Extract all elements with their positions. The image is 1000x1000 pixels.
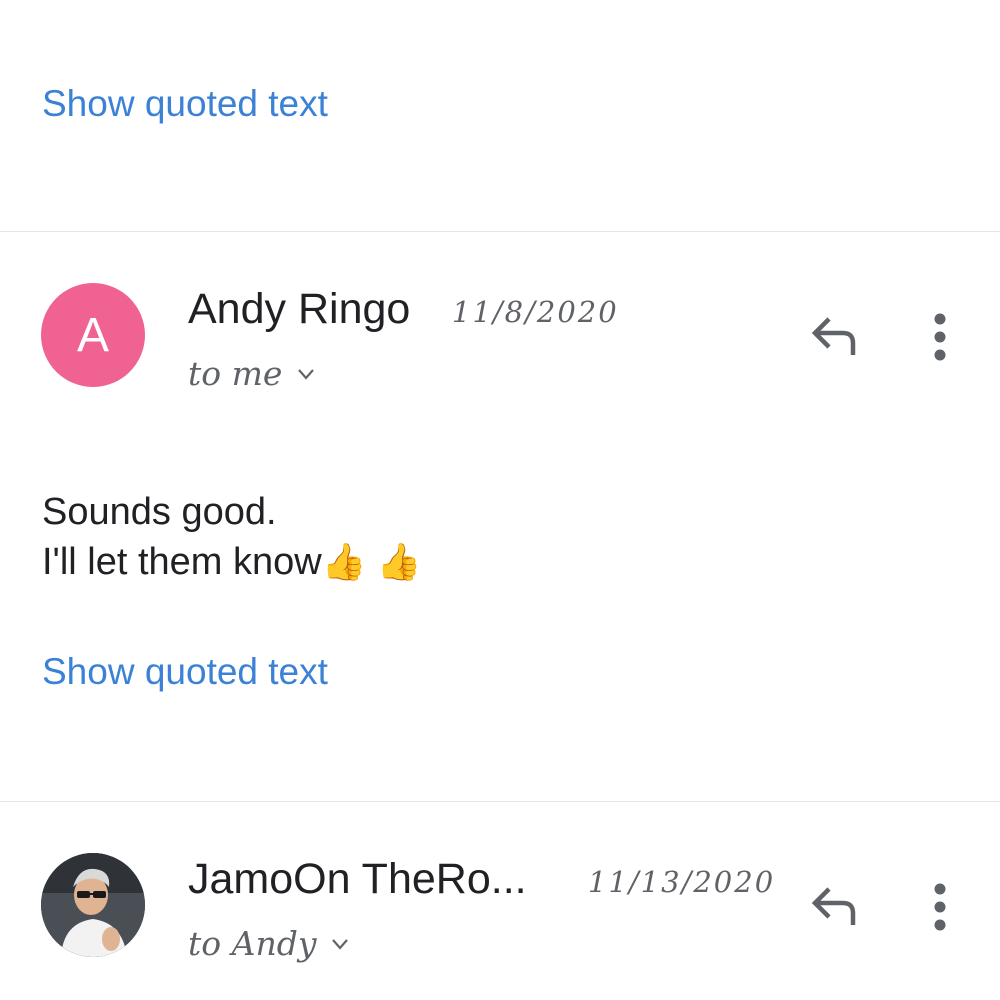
more-vert-icon [934, 883, 946, 931]
sender-avatar[interactable] [41, 853, 145, 957]
more-options-button[interactable] [910, 872, 970, 942]
sender-name: Andy Ringo [188, 285, 411, 333]
message-divider [0, 231, 1000, 232]
message-body-line: I'll let them know👍 👍 [42, 541, 422, 583]
reply-button[interactable] [800, 305, 870, 365]
reply-icon [811, 887, 856, 925]
previous-message-signature: Jameson [42, 0, 196, 8]
recipient-label: to Andy [188, 924, 317, 963]
more-vert-icon [934, 313, 946, 361]
recipient-label: to me [188, 354, 283, 393]
recipient-details-toggle[interactable]: to me [188, 354, 316, 394]
chevron-down-icon [332, 939, 349, 950]
show-quoted-text-link[interactable]: Show quoted text [42, 650, 328, 694]
profile-photo-icon [41, 853, 145, 957]
show-quoted-text-link[interactable]: Show quoted text [42, 82, 328, 126]
thumbs-up-emoji: 👍 👍 [321, 541, 422, 582]
message-body-line: Sounds good. [42, 491, 277, 533]
message-date: 11/13/2020 [588, 865, 776, 899]
sender-avatar[interactable]: A [41, 283, 145, 387]
reply-button[interactable] [800, 875, 870, 935]
recipient-details-toggle[interactable]: to Andy [188, 924, 350, 964]
message-date: 11/8/2020 [452, 295, 619, 329]
message-divider [0, 801, 1000, 802]
chevron-down-icon [298, 369, 315, 380]
more-options-button[interactable] [910, 302, 970, 372]
message-body: Sounds good. I'll let them know👍 👍 [42, 488, 421, 587]
sender-name: JamoOn TheRo... [188, 855, 527, 903]
reply-icon [811, 317, 856, 355]
avatar-initial: A [76, 308, 109, 362]
